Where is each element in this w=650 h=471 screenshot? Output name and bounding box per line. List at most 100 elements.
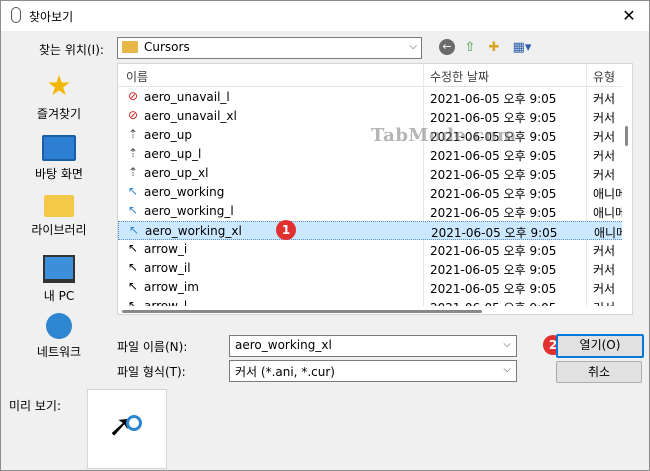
new-folder-icon: ✚ [488, 40, 500, 55]
places-bar: ★ 즐겨찾기 바탕 화면 라이브러리 내 PC 네트워크 [7, 63, 111, 373]
window-title: 찾아보기 [29, 10, 74, 24]
column-header-name[interactable]: 이름 [126, 68, 148, 85]
file-date: 2021-06-05 오후 9:05 [430, 244, 557, 258]
back-button[interactable]: ← [439, 39, 457, 57]
unavailable-cursor-icon: ⊘ [127, 89, 139, 103]
working-cursor-icon: ↖ [127, 184, 139, 198]
working-cursor-icon: ↖ [127, 203, 139, 217]
scroll-thumb[interactable] [625, 126, 628, 146]
filetype-select[interactable]: 커서 (*.ani, *.cur) ⌵ [229, 360, 517, 382]
place-label: 내 PC [43, 289, 75, 303]
file-date: 2021-06-05 오후 9:05 [431, 226, 558, 240]
sort-ascending-icon: ⌃ [266, 63, 275, 71]
new-folder-button[interactable]: ✚ [485, 39, 503, 57]
file-dialog: 찾아보기 ✕ 찾는 위치(I): Cursors ⌵ ← ⇧ ✚ ▦▾ ★ 즐겨… [0, 0, 650, 471]
file-row[interactable]: ⊘ aero_unavail_xl 2021-06-05 오후 9:05 커서 [118, 107, 626, 126]
file-name: aero_up [144, 128, 192, 142]
back-arrow-icon: ← [439, 39, 455, 55]
up-arrow-cursor-icon: ⇡ [127, 146, 139, 160]
place-favorites[interactable]: ★ 즐겨찾기 [7, 71, 111, 122]
place-label: 라이브러리 [31, 223, 87, 237]
file-row[interactable]: ↖ arrow_i 2021-06-05 오후 9:05 커서 [118, 240, 626, 259]
file-name: aero_unavail_l [144, 90, 230, 104]
up-arrow-cursor-icon: ⇡ [127, 127, 139, 141]
file-row[interactable]: ↖ aero_working_l 2021-06-05 오후 9:05 애니메 [118, 202, 626, 221]
folder-icon [122, 41, 138, 53]
unavailable-cursor-icon: ⊘ [127, 108, 139, 122]
place-label: 네트워크 [36, 345, 82, 359]
column-header-type[interactable]: 유형 [593, 68, 615, 85]
watermark: TabMode.com [371, 125, 517, 146]
file-date: 2021-06-05 오후 9:05 [430, 263, 557, 277]
view-menu-button[interactable]: ▦▾ [509, 39, 535, 57]
file-row[interactable]: ↖ aero_working 2021-06-05 오후 9:05 애니메 [118, 183, 626, 202]
busy-ring-icon [126, 415, 142, 431]
arrow-cursor-icon: ↖ [127, 260, 139, 274]
arrow-cursor-icon: ↖ [127, 279, 139, 293]
list-header: 이름 ⌃ 수정한 날짜 유형 [118, 64, 632, 87]
file-date: 2021-06-05 오후 9:05 [430, 187, 557, 201]
open-button[interactable]: 열기(O) [556, 334, 644, 358]
look-in-label: 찾는 위치(I): [39, 43, 104, 57]
file-name: aero_unavail_xl [144, 109, 237, 123]
place-desktop[interactable]: 바탕 화면 [7, 131, 111, 182]
vertical-scrollbar[interactable] [622, 86, 632, 314]
place-libraries[interactable]: 라이브러리 [7, 191, 111, 238]
file-row[interactable]: ↖ aero_working_xl 2021-06-05 오후 9:05 애니메 [118, 221, 627, 240]
up-folder-icon: ⇧ [464, 40, 476, 55]
file-name: aero_working_xl [145, 224, 242, 238]
working-cursor-icon: ↖ [128, 223, 140, 237]
file-name: arrow_il [144, 261, 191, 275]
this-pc-icon [43, 255, 75, 283]
file-row[interactable]: ↖ arrow_im 2021-06-05 오후 9:05 커서 [118, 278, 626, 297]
file-date: 2021-06-05 오후 9:05 [430, 168, 557, 182]
file-date: 2021-06-05 오후 9:05 [430, 282, 557, 296]
place-network[interactable]: 네트워크 [7, 311, 111, 360]
file-name: aero_up_xl [144, 166, 209, 180]
place-label: 즐겨찾기 [36, 107, 82, 121]
file-row[interactable]: ⊘ aero_unavail_l 2021-06-05 오후 9:05 커서 [118, 88, 626, 107]
look-in-combobox[interactable]: Cursors ⌵ [117, 37, 422, 59]
step-badge-1: 1 [276, 220, 296, 240]
arrow-cursor-icon: ↖ [127, 241, 139, 255]
file-name: arrow_im [144, 280, 199, 294]
filename-combobox[interactable]: aero_working_xl ⌵ [229, 335, 517, 357]
column-header-date[interactable]: 수정한 날짜 [430, 68, 489, 85]
up-arrow-cursor-icon: ⇡ [127, 165, 139, 179]
cancel-button[interactable]: 취소 [556, 361, 642, 383]
chevron-down-icon[interactable]: ⌵ [503, 339, 511, 350]
scroll-thumb[interactable] [122, 310, 482, 313]
file-row[interactable]: ⇡ aero_up_l 2021-06-05 오후 9:05 커서 [118, 145, 626, 164]
title-bar: 찾아보기 ✕ [1, 1, 649, 31]
place-this-pc[interactable]: 내 PC [7, 251, 111, 304]
chevron-down-icon[interactable]: ⌵ [409, 41, 417, 52]
filetype-value: 커서 (*.ani, *.cur) [235, 365, 335, 379]
chevron-down-icon[interactable]: ⌵ [503, 364, 511, 375]
file-date: 2021-06-05 오후 9:05 [430, 149, 557, 163]
place-label: 바탕 화면 [35, 167, 83, 181]
preview-label: 미리 보기: [9, 399, 62, 413]
file-row[interactable]: ⇡ aero_up_xl 2021-06-05 오후 9:05 커서 [118, 164, 626, 183]
file-date: 2021-06-05 오후 9:05 [430, 92, 557, 106]
file-date: 2021-06-05 오후 9:05 [430, 111, 557, 125]
file-name: aero_up_l [144, 147, 202, 161]
close-button[interactable]: ✕ [609, 1, 649, 31]
filename-label: 파일 이름(N): [117, 340, 188, 354]
file-date: 2021-06-05 오후 9:05 [430, 206, 557, 220]
file-list[interactable]: 이름 ⌃ 수정한 날짜 유형 ⊘ aero_unavail_l 2021-06-05… [117, 63, 633, 315]
view-grid-icon: ▦▾ [512, 40, 532, 55]
file-name: aero_working_l [144, 204, 234, 218]
desktop-icon [42, 135, 76, 161]
file-name: aero_working [144, 185, 225, 199]
up-folder-button[interactable]: ⇧ [461, 39, 479, 57]
horizontal-scrollbar[interactable] [118, 306, 622, 314]
cursor-preview: ➚ [87, 389, 167, 469]
filename-value: aero_working_xl [235, 338, 332, 352]
library-folder-icon [44, 195, 74, 217]
star-icon: ★ [46, 69, 72, 102]
mouse-icon [11, 7, 21, 23]
look-in-value: Cursors [144, 40, 190, 54]
file-row[interactable]: ↖ arrow_il 2021-06-05 오후 9:05 커서 [118, 259, 626, 278]
filetype-label: 파일 형식(T): [117, 365, 186, 379]
file-name: arrow_i [144, 242, 188, 256]
